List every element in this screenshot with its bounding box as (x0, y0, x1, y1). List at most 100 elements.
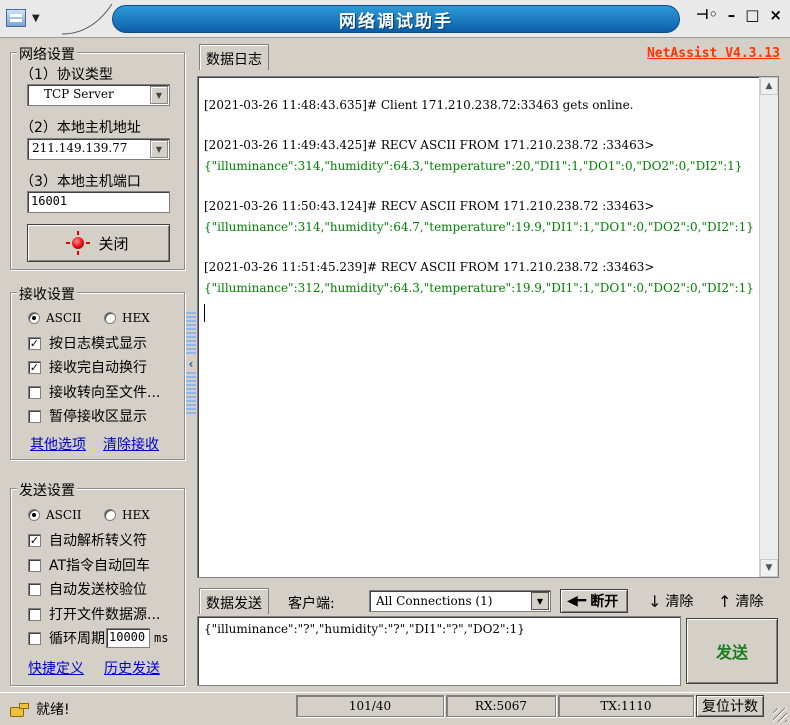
send-encoding-ascii[interactable]: ASCII (28, 508, 82, 522)
version-link[interactable]: NetAssist V4.3.13 (647, 46, 780, 61)
cycle-unit: ms (154, 631, 169, 645)
log-content: [2021-03-26 11:48:43.635]# Client 171.21… (204, 95, 754, 322)
radio-send-hex-label: HEX (122, 508, 150, 522)
receive-option-log-mode[interactable]: ✓ 按日志模式显示 (28, 333, 147, 353)
chevron-left-icon[interactable]: ‹ (186, 356, 196, 372)
radio-hex[interactable] (104, 312, 116, 324)
resize-grip[interactable] (773, 708, 787, 722)
window-controls: ⊣◦ – □ × (696, 6, 782, 24)
host-label: （2）本地主机地址 (20, 120, 141, 136)
cycle-period-input[interactable]: 10000 (106, 628, 150, 648)
log-entry-body: {"illuminance":314,"humidity":64.3,"temp… (204, 159, 743, 173)
chevron-down-icon[interactable]: ▼ (760, 559, 778, 577)
minimize-button[interactable]: – (728, 6, 736, 24)
chevron-up-icon[interactable]: ▲ (760, 77, 778, 95)
receive-option-label: 接收完自动换行 (49, 360, 147, 376)
status-lamp-icon (66, 231, 91, 255)
client-label: 客户端: (288, 596, 335, 612)
pin-icon[interactable]: ⊣◦ (696, 7, 718, 23)
chevron-down-icon[interactable]: ▼ (531, 592, 549, 610)
system-menu[interactable]: ▼ (6, 6, 58, 30)
log-entry-head: [2021-03-26 11:49:43.425]# RECV ASCII FR… (204, 138, 655, 152)
checkbox-auto-newline[interactable]: ✓ (28, 360, 41, 374)
clear-send-label: 清除 (665, 594, 694, 610)
checkbox-log-mode[interactable]: ✓ (28, 336, 41, 350)
send-encoding-hex[interactable]: HEX (104, 508, 150, 522)
disconnect-button[interactable]: ◀━ 断开 (560, 589, 628, 613)
tab-data-send[interactable]: 数据发送 (199, 588, 269, 614)
receive-option-pause[interactable]: 暂停接收区显示 (28, 406, 147, 426)
tab-data-log-label: 数据日志 (206, 52, 262, 68)
close-connection-button[interactable]: 关闭 (27, 224, 170, 262)
receive-encoding-hex[interactable]: HEX (104, 311, 150, 325)
port-input[interactable]: 16001 (27, 191, 170, 213)
send-option-escape[interactable]: ✓ 自动解析转义符 (28, 530, 147, 550)
status-counter: 101/40 (296, 695, 444, 717)
status-ready: 就绪! (10, 699, 70, 719)
log-scrollbar[interactable]: ▲ ▼ (759, 77, 778, 577)
hand-icon (10, 701, 29, 717)
protocol-select[interactable]: TCP Server ▼ (27, 84, 170, 106)
receive-option-label: 接收转向至文件... (49, 385, 161, 401)
tab-data-send-label: 数据发送 (206, 596, 262, 612)
restore-button[interactable]: □ (745, 6, 759, 24)
log-entry-head: [2021-03-26 11:51:45.239]# RECV ASCII FR… (204, 260, 655, 274)
radio-ascii[interactable] (28, 312, 40, 324)
clear-receive-link[interactable]: 清除接收 (103, 434, 159, 454)
receive-option-label: 按日志模式显示 (49, 336, 147, 352)
reset-count-button[interactable]: 复位计数 (696, 695, 764, 717)
status-bar: 就绪! 101/40 RX:5067 TX:1110 复位计数 (0, 692, 790, 725)
panel-splitter[interactable]: ‹ (186, 312, 196, 416)
connections-select[interactable]: All Connections (1) ▼ (369, 590, 551, 612)
host-value: 211.149.139.77 (32, 141, 128, 155)
log-entry: [2021-03-26 11:51:45.239]# RECV ASCII FR… (204, 257, 754, 299)
send-input[interactable]: {"illuminance":"?","humidity":"?","DI1":… (197, 616, 681, 686)
receive-option-auto-newline[interactable]: ✓ 接收完自动换行 (28, 357, 147, 377)
tab-data-log[interactable]: 数据日志 (199, 44, 269, 70)
radio-send-ascii[interactable] (28, 509, 40, 521)
send-option-checksum[interactable]: 自动发送校验位 (28, 579, 147, 599)
checkbox-pause[interactable] (28, 409, 41, 423)
radio-ascii-label: ASCII (46, 311, 82, 325)
checkbox-escape[interactable]: ✓ (28, 533, 41, 547)
chevron-down-icon[interactable]: ▼ (150, 86, 168, 104)
checkbox-file-source[interactable] (28, 607, 41, 621)
cycle-label: 循环周期 (49, 631, 105, 647)
clear-history-button[interactable]: ↑ 清除 (718, 589, 763, 613)
receive-option-to-file[interactable]: 接收转向至文件... (28, 382, 160, 402)
send-option-label: 自动解析转义符 (49, 533, 147, 549)
text-caret (204, 304, 205, 322)
send-option-file-source[interactable]: 打开文件数据源... (28, 604, 160, 624)
receive-settings-legend: 接收设置 (17, 284, 77, 304)
send-button[interactable]: 发送 (686, 618, 778, 684)
send-button-label: 发送 (715, 643, 748, 662)
radio-hex-label: HEX (122, 311, 150, 325)
send-option-label: 打开文件数据源... (49, 607, 161, 623)
clear-history-label: 清除 (735, 594, 764, 610)
send-option-cycle[interactable]: 循环周期 10000 ms (28, 628, 168, 648)
app-icon (6, 9, 26, 27)
log-entry: [2021-03-26 11:49:43.425]# RECV ASCII FR… (204, 135, 754, 177)
send-option-label: 自动发送校验位 (49, 582, 147, 598)
protocol-value: TCP Server (44, 87, 114, 101)
checkbox-to-file[interactable] (28, 385, 41, 399)
more-options-link[interactable]: 其他选项 (30, 434, 86, 454)
window-title: 网络调试助手 (112, 5, 680, 33)
checkbox-checksum[interactable] (28, 582, 41, 596)
host-select[interactable]: 211.149.139.77 ▼ (27, 138, 170, 160)
send-settings-legend: 发送设置 (17, 480, 77, 500)
send-option-at-cr[interactable]: AT指令自动回车 (28, 555, 150, 575)
clear-send-button[interactable]: ↓ 清除 (648, 589, 693, 613)
disconnect-label: 断开 (590, 594, 619, 610)
receive-encoding-ascii[interactable]: ASCII (28, 311, 82, 325)
checkbox-cycle[interactable] (28, 631, 41, 645)
receive-log-area[interactable]: [2021-03-26 11:48:43.635]# Client 171.21… (197, 76, 779, 578)
checkbox-at-cr[interactable] (28, 558, 41, 572)
radio-send-ascii-label: ASCII (46, 508, 82, 522)
chevron-down-icon[interactable]: ▼ (150, 140, 168, 158)
shortcut-define-link[interactable]: 快捷定义 (28, 658, 84, 678)
close-button[interactable]: × (769, 6, 782, 24)
history-send-link[interactable]: 历史发送 (104, 658, 160, 678)
status-tx: TX:1110 (558, 695, 694, 717)
radio-send-hex[interactable] (104, 509, 116, 521)
